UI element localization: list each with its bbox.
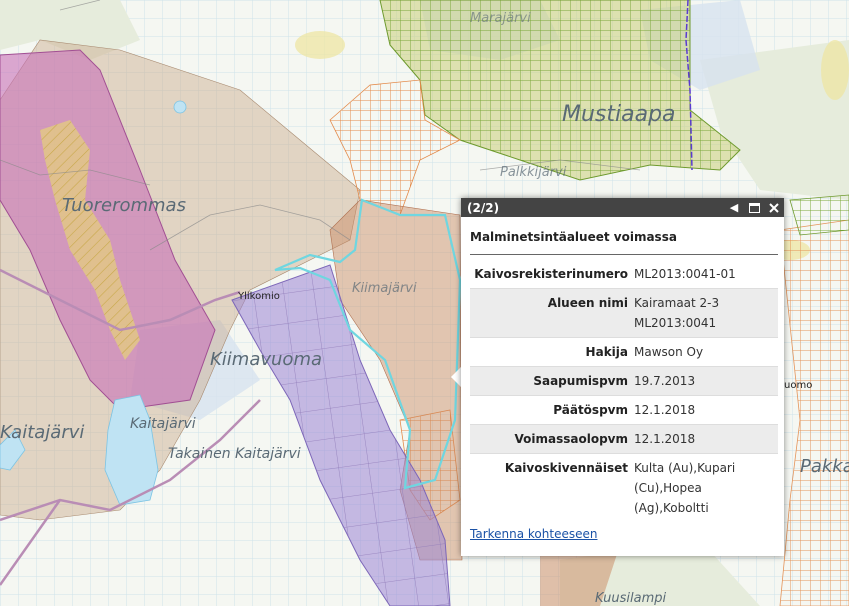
attribute-table: Kaivosrekisterinumero ML2013:0041-01 Aluee…	[470, 260, 778, 522]
attribute-key: Saapumispvm	[470, 366, 631, 396]
maximize-icon[interactable]	[744, 198, 764, 217]
map-label-pakka: Pakka	[800, 456, 849, 477]
attribute-value: 12.1.2018	[631, 424, 778, 454]
close-icon[interactable]	[764, 198, 784, 217]
attribute-value: 12.1.2018	[631, 395, 778, 425]
popup-header: (2/2) ◀	[461, 198, 784, 217]
feature-info-popup: (2/2) ◀ Malminetsintäalueet voimassa Kai…	[461, 198, 784, 556]
attribute-key: Päätöspvm	[470, 395, 631, 425]
map-label-mustiaapa: Mustiaapa	[562, 102, 676, 127]
attribute-row: Päätöspvm 12.1.2018	[470, 395, 778, 425]
attribute-value: Kairamaat 2-3 ML2013:0041	[631, 288, 778, 338]
attribute-value: ML2013:0041-01	[631, 260, 778, 289]
attribute-row: Alueen nimi Kairamaat 2-3 ML2013:0041	[470, 288, 778, 338]
map-label-ylikomio: Ylikomio	[237, 291, 280, 302]
attribute-key: Kaivosrekisterinumero	[470, 260, 631, 289]
map-label-kaitajarvi-village: Kaitajärvi	[0, 422, 84, 443]
attribute-value: 19.7.2013	[631, 366, 778, 396]
attribute-table-scroll[interactable]: Kaivosrekisterinumero ML2013:0041-01 Aluee…	[470, 260, 778, 522]
caret-left-icon[interactable]: ◀	[724, 198, 744, 217]
attribute-key: Voimassaolopvm	[470, 424, 631, 454]
map-label-uomo: uomo	[784, 380, 812, 391]
map-label-palkkijarvi: Palkkijärvi	[500, 165, 567, 180]
popup-counter: (2/2)	[467, 200, 500, 215]
map-label-kuusilampi: Kuusilampi	[595, 591, 667, 606]
attribute-row: Hakija Mawson Oy	[470, 337, 778, 367]
attribute-row: Voimassaolopvm 12.1.2018	[470, 424, 778, 454]
attribute-key: Hakija	[470, 337, 631, 367]
attribute-value: Mawson Oy	[631, 337, 778, 367]
map-label-takainen-kaitajarvi: Takainen Kaitajärvi	[168, 446, 301, 462]
attribute-row: Kaivoskivennäiset Kulta (Au),Kupari (Cu),…	[470, 453, 778, 522]
popup-title: Malminetsintäalueet voimassa	[470, 217, 778, 255]
attribute-value: Kulta (Au),Kupari (Cu),Hopea (Ag),Kobolt…	[631, 453, 778, 522]
attribute-key: Kaivoskivennäiset	[470, 453, 631, 522]
map-label-kiimavuoma: Kiimavuoma	[210, 349, 322, 370]
map-label-kiimajarvi: Kiimajärvi	[352, 281, 417, 296]
map-label-kaitajarvi-lake: Kaitajärvi	[130, 416, 196, 432]
attribute-key: Alueen nimi	[470, 288, 631, 338]
attribute-row: Kaivosrekisterinumero ML2013:0041-01	[470, 260, 778, 289]
map-label-tuorerommas: Tuorerommas	[62, 195, 186, 216]
zoom-to-feature-link[interactable]: Tarkenna kohteeseen	[470, 527, 778, 541]
map-label-marajarvi: Marajärvi	[470, 11, 531, 26]
attribute-row: Saapumispvm 19.7.2013	[470, 366, 778, 396]
